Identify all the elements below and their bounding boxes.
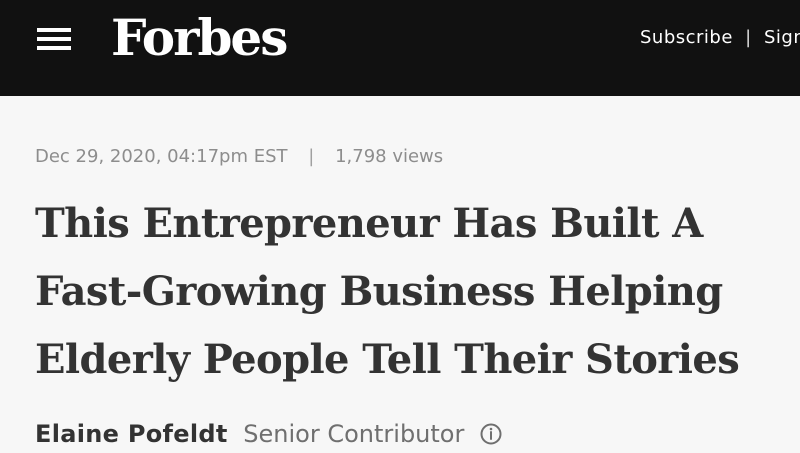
hamburger-menu-icon[interactable] (37, 28, 71, 50)
author-name-link[interactable]: Elaine Pofeldt (35, 420, 228, 448)
headline-line-1: This Entrepreneur Has Built A (35, 200, 703, 247)
sign-in-link[interactable]: Sign (764, 27, 800, 48)
header-link-divider: | (745, 27, 752, 48)
author-role: Senior Contributor (243, 420, 465, 448)
forbes-logo[interactable]: Forbes (111, 10, 288, 66)
subscribe-link[interactable]: Subscribe (640, 27, 733, 48)
publish-date: Dec 29, 2020, 04:17pm EST (35, 146, 288, 167)
article-headline: This Entrepreneur Has Built A Fast-Growi… (35, 190, 795, 394)
author-byline: Elaine Pofeldt Senior Contributor (35, 419, 502, 449)
meta-separator: | (308, 146, 315, 167)
headline-line-3: Elderly People Tell Their Stories (35, 336, 740, 383)
menu-bar-top (37, 28, 71, 32)
article-meta: Dec 29, 2020, 04:17pm EST | 1,798 views (35, 145, 443, 169)
menu-bar-middle (37, 37, 71, 41)
menu-bar-bottom (37, 46, 71, 50)
forbes-header: Forbes Subscribe | Sign (0, 0, 800, 96)
info-icon[interactable] (480, 422, 502, 445)
view-count: 1,798 views (335, 146, 444, 167)
headline-line-2: Fast-Growing Business Helping (35, 268, 723, 315)
header-account-links: Subscribe | Sign (640, 27, 800, 49)
